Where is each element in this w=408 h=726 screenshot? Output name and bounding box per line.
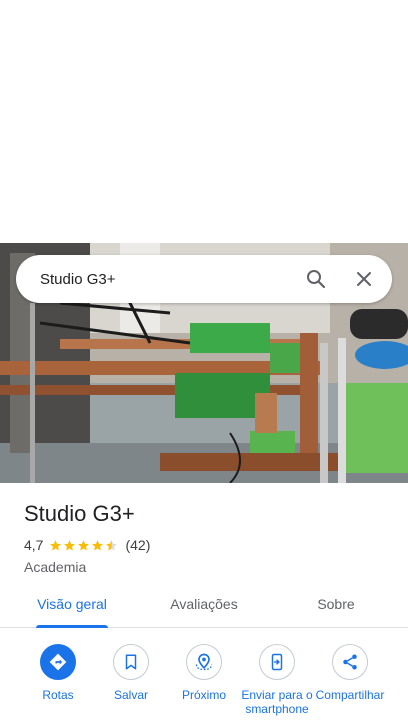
place-info: Studio G3+ 4,7 (42) Academia: [24, 500, 384, 576]
share-icon: [343, 654, 357, 670]
tab-overview[interactable]: Visão geral: [24, 582, 120, 628]
send-to-phone-button[interactable]: Enviar para o smartphone: [240, 644, 314, 716]
tab-label: Sobre: [317, 596, 355, 612]
tab-label: Avaliações: [170, 596, 238, 612]
place-category[interactable]: Academia: [24, 558, 384, 576]
rating-value: 4,7: [24, 537, 44, 553]
action-label: Enviar para o smartphone: [241, 688, 313, 716]
action-label: Rotas: [42, 688, 74, 702]
action-label: Próximo: [181, 688, 226, 702]
bookmark-icon: [125, 654, 137, 670]
nearby-circle[interactable]: [186, 644, 222, 680]
directions-button[interactable]: Rotas: [21, 644, 95, 702]
tab-label: Visão geral: [37, 596, 107, 612]
directions-icon: [49, 653, 67, 671]
action-bar: Rotas Salvar Próximo Enviar para o smart…: [0, 644, 408, 726]
tab-reviews[interactable]: Avaliações: [156, 582, 252, 628]
directions-circle[interactable]: [40, 644, 76, 680]
share-button[interactable]: Compartilhar: [313, 644, 387, 702]
save-circle[interactable]: [113, 644, 149, 680]
search-icon[interactable]: [304, 267, 328, 291]
nearby-icon: [195, 653, 213, 671]
rating-row[interactable]: 4,7 (42): [24, 536, 384, 554]
search-bar[interactable]: Studio G3+: [16, 255, 392, 303]
place-title: Studio G3+: [24, 501, 135, 526]
action-label: Salvar: [113, 688, 148, 702]
review-count[interactable]: (42): [125, 537, 150, 553]
star-icon: [64, 539, 76, 550]
send-to-phone-circle[interactable]: [259, 644, 295, 680]
star-icon: [50, 539, 62, 550]
star-icon: [92, 539, 104, 550]
star-rating: [49, 539, 119, 552]
active-tab-indicator: [36, 625, 108, 628]
nearby-button[interactable]: Próximo: [167, 644, 241, 702]
half-star-icon: [106, 539, 118, 550]
tab-about[interactable]: Sobre: [288, 582, 384, 628]
send-to-phone-icon: [271, 653, 283, 671]
share-circle[interactable]: [332, 644, 368, 680]
action-label: Compartilhar: [315, 688, 385, 702]
save-button[interactable]: Salvar: [94, 644, 168, 702]
star-icon: [78, 539, 90, 550]
map-blank-area: [0, 0, 408, 243]
search-input[interactable]: Studio G3+: [40, 271, 304, 288]
tab-bar: Visão geral Avaliações Sobre: [0, 582, 408, 628]
close-icon[interactable]: [352, 267, 376, 291]
